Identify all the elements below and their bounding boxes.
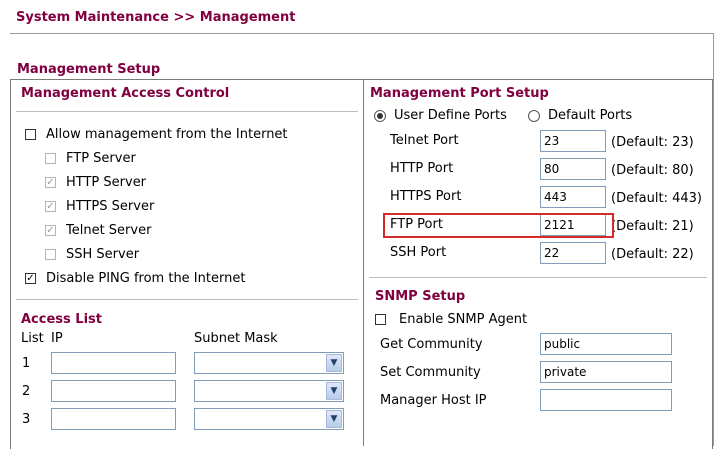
http-server-checkbox[interactable]: ✓ <box>45 177 56 188</box>
manager-host-label: Manager Host IP <box>380 393 487 408</box>
disable-ping-label: Disable PING from the Internet <box>46 271 246 286</box>
title-divider <box>10 33 713 34</box>
ftp-port-highlight <box>383 213 614 238</box>
get-community-input[interactable] <box>540 333 672 355</box>
https-server-label: HTTPS Server <box>66 199 155 214</box>
telnet-server-label: Telnet Server <box>66 223 152 238</box>
ftp-port-default: (Default: 21) <box>611 219 694 234</box>
access-list-header-ip: IP <box>51 331 63 346</box>
set-community-input[interactable] <box>540 361 672 383</box>
ssh-server-checkbox[interactable] <box>45 249 56 260</box>
http-port-label: HTTP Port <box>390 161 454 176</box>
user-define-ports-label: User Define Ports <box>394 108 507 123</box>
https-port-label: HTTPS Port <box>390 189 462 204</box>
access-control-title: Management Access Control <box>21 86 230 101</box>
column-divider <box>363 79 364 446</box>
access-list-header-list: List <box>21 331 44 346</box>
set-community-label: Set Community <box>380 365 481 380</box>
http-port-default: (Default: 80) <box>611 163 694 178</box>
ssh-port-default: (Default: 22) <box>611 247 694 262</box>
https-server-checkbox[interactable]: ✓ <box>45 201 56 212</box>
telnet-port-default: (Default: 23) <box>611 135 694 150</box>
ssh-port-input[interactable] <box>540 242 606 264</box>
get-community-label: Get Community <box>380 337 483 352</box>
enable-snmp-label: Enable SNMP Agent <box>399 312 528 327</box>
access-list-header-subnet: Subnet Mask <box>194 331 278 346</box>
ftp-server-checkbox[interactable] <box>45 153 56 164</box>
chevron-down-icon[interactable]: ▼ <box>326 382 342 400</box>
http-port-input[interactable] <box>540 158 606 180</box>
manager-host-input[interactable] <box>540 389 672 411</box>
page-title: System Maintenance >> Management <box>16 10 296 25</box>
user-define-ports-radio[interactable] <box>374 110 386 122</box>
default-ports-radio[interactable] <box>528 110 540 122</box>
chevron-down-icon[interactable]: ▼ <box>326 354 342 372</box>
telnet-port-input[interactable] <box>540 130 606 152</box>
access-list-ip-input-3[interactable] <box>51 408 176 430</box>
snmp-divider <box>369 277 707 278</box>
allow-internet-label: Allow management from the Internet <box>46 127 288 142</box>
access-list-row-number: 1 <box>22 356 31 371</box>
disable-ping-checkbox[interactable]: ✓ <box>25 273 36 284</box>
access-list-subnet-select-3[interactable]: ▼ <box>194 408 344 430</box>
access-list-ip-input-1[interactable] <box>51 352 176 374</box>
allow-internet-checkbox[interactable] <box>25 129 36 140</box>
https-port-default: (Default: 443) <box>611 191 702 206</box>
frame-border <box>713 33 714 446</box>
enable-snmp-checkbox[interactable] <box>375 314 386 325</box>
access-list-ip-input-2[interactable] <box>51 380 176 402</box>
http-server-label: HTTP Server <box>66 175 147 190</box>
ssh-port-label: SSH Port <box>390 245 447 260</box>
access-control-divider <box>16 111 358 112</box>
access-list-title: Access List <box>21 312 102 327</box>
access-list-row-number: 3 <box>22 412 31 427</box>
access-list-divider <box>16 299 358 300</box>
ftp-server-label: FTP Server <box>66 151 136 166</box>
access-list-subnet-select-1[interactable]: ▼ <box>194 352 344 374</box>
telnet-server-checkbox[interactable]: ✓ <box>45 225 56 236</box>
access-list-subnet-select-2[interactable]: ▼ <box>194 380 344 402</box>
default-ports-label: Default Ports <box>548 108 633 123</box>
port-setup-title: Management Port Setup <box>370 86 549 101</box>
section-title: Management Setup <box>17 62 161 77</box>
snmp-title: SNMP Setup <box>375 289 466 304</box>
ssh-server-label: SSH Server <box>66 247 140 262</box>
https-port-input[interactable] <box>540 186 606 208</box>
telnet-port-label: Telnet Port <box>390 133 459 148</box>
access-list-row-number: 2 <box>22 384 31 399</box>
chevron-down-icon[interactable]: ▼ <box>326 410 342 428</box>
